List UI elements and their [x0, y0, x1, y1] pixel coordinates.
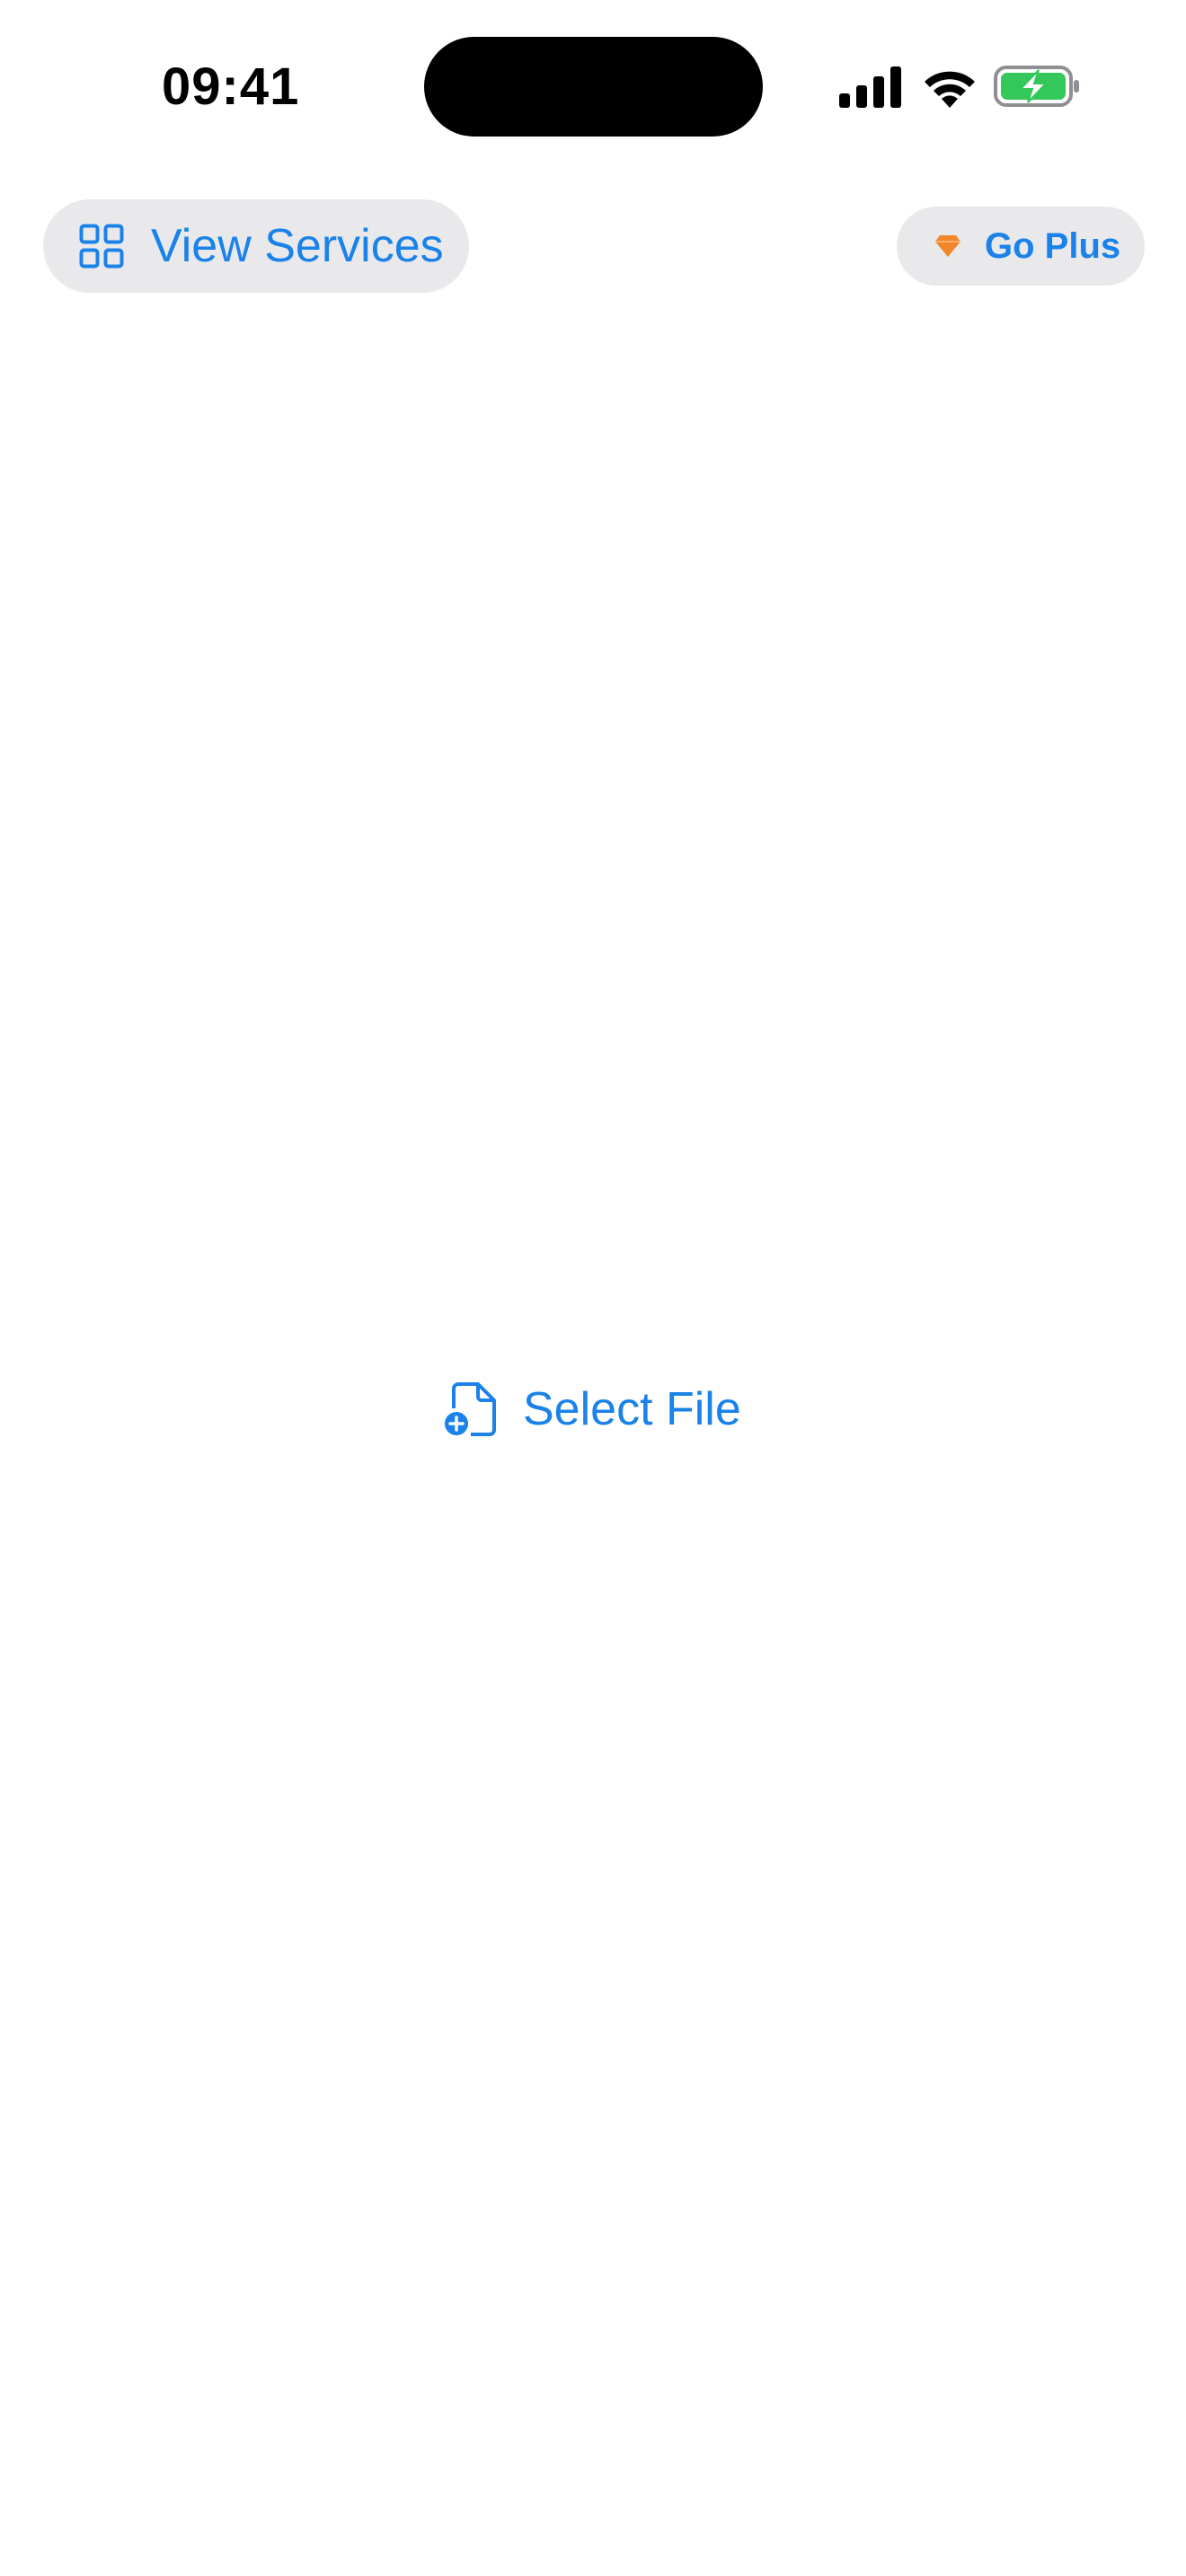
- view-services-button[interactable]: View Services: [43, 199, 469, 293]
- grid-icon: [79, 224, 124, 269]
- select-file-button[interactable]: Select File: [444, 1381, 741, 1437]
- wifi-icon: [925, 71, 975, 108]
- view-services-label: View Services: [151, 220, 444, 272]
- go-plus-button[interactable]: Go Plus: [897, 207, 1145, 286]
- battery-charging-icon: [994, 66, 1079, 107]
- status-time: 09:41: [162, 57, 300, 116]
- cellular-signal-icon: [839, 66, 901, 108]
- dynamic-island: [424, 37, 763, 137]
- select-file-label: Select File: [523, 1383, 741, 1435]
- go-plus-label: Go Plus: [985, 226, 1121, 266]
- document-add-icon: [444, 1381, 498, 1437]
- diamond-icon: [934, 234, 961, 258]
- status-bar: 09:41: [0, 0, 1186, 171]
